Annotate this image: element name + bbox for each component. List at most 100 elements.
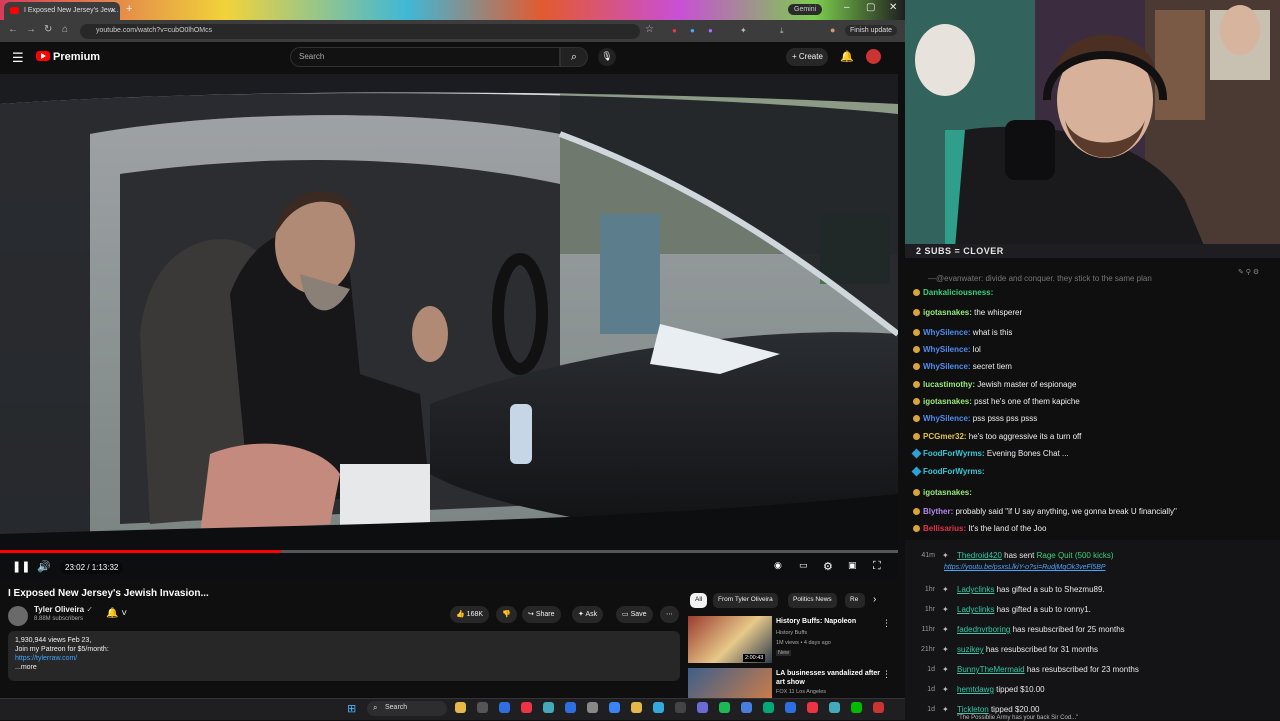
extensions-puzzle-icon[interactable]: ✦ (740, 26, 747, 35)
fullscreen-icon[interactable]: ⛶ (873, 560, 881, 573)
forward-icon[interactable]: → (26, 24, 36, 35)
chip-politics-news[interactable]: Politics News (788, 593, 837, 608)
chat-username[interactable]: Bellisarius: (923, 524, 966, 533)
app-icon[interactable] (807, 702, 818, 713)
profile-icon[interactable]: ● (830, 25, 835, 35)
video-player[interactable] (0, 74, 898, 579)
app-icon[interactable] (763, 702, 774, 713)
rec-title[interactable]: History Buffs: Napoleon (776, 618, 856, 625)
autoplay-toggle-icon[interactable]: ◉ (774, 560, 782, 571)
new-tab-icon[interactable]: + (126, 3, 132, 15)
chat-username[interactable]: igotasnakes: (923, 308, 972, 317)
chat-username[interactable]: WhySilence: (923, 414, 971, 423)
like-button[interactable]: 👍 168K (450, 606, 490, 623)
event-username[interactable]: BunnyTheMermaid (957, 665, 1025, 674)
reload-icon[interactable]: ↻ (44, 24, 52, 35)
folder-icon[interactable] (631, 702, 642, 713)
chat-username[interactable]: Dankaliciousness: (923, 288, 993, 297)
close-tab-icon[interactable]: × (111, 5, 116, 15)
file-explorer-icon[interactable] (455, 702, 466, 713)
app-icon[interactable] (675, 702, 686, 713)
chat-username[interactable]: igotasnakes: (923, 397, 972, 406)
more-actions-icon[interactable]: ⋯ (660, 606, 679, 623)
chat-controls-icon[interactable]: ✎ ⚲ ⚙ (1238, 268, 1259, 276)
notifications-bell-icon[interactable]: 🔔 (840, 50, 854, 63)
app-icon[interactable] (873, 702, 884, 713)
chat-username[interactable]: PCGmer32: (923, 432, 967, 441)
search-icon[interactable]: ⌕ (560, 47, 588, 67)
extension-icon[interactable]: ● (672, 26, 677, 35)
channel-avatar[interactable] (8, 606, 28, 626)
volume-icon[interactable]: 🔊 (37, 560, 51, 573)
app-icon[interactable] (587, 702, 598, 713)
chat-username[interactable]: FoodForWyrms: (923, 467, 985, 476)
account-avatar[interactable] (866, 49, 881, 64)
rec-options-icon[interactable]: ⋮ (882, 618, 891, 629)
rec-thumbnail[interactable] (688, 668, 772, 698)
pause-icon[interactable]: ❚❚ (12, 560, 30, 573)
home-icon[interactable]: ⌂ (62, 24, 68, 35)
subscribed-bell-icon[interactable]: 🔔 ˅ (106, 608, 127, 619)
rec-title[interactable]: LA businesses vandalized after art show (776, 669, 881, 687)
event-username[interactable]: Tickleton (957, 705, 989, 714)
chat-username[interactable]: FoodForWyrms: (923, 449, 985, 458)
search-input[interactable]: Search (290, 47, 560, 67)
chat-username[interactable]: igotasnakes: (923, 488, 972, 497)
browser-tab[interactable]: I Exposed New Jersey's Jew... × (4, 2, 120, 20)
app-icon[interactable] (609, 702, 620, 713)
bookmark-star-icon[interactable]: ☆ (645, 24, 654, 35)
chip-more[interactable]: Re (845, 593, 865, 608)
close-window-icon[interactable]: ✕ (889, 2, 897, 13)
minimize-icon[interactable]: – (844, 2, 850, 13)
save-button[interactable]: ▭ Save (616, 606, 653, 623)
chips-next-icon[interactable]: › (873, 594, 876, 605)
extension-icon[interactable]: ● (708, 26, 713, 35)
event-username[interactable]: Ladyclinks (957, 585, 994, 594)
chat-username[interactable]: lucastimothy: (923, 380, 975, 389)
finish-update-button[interactable]: Finish update (845, 25, 898, 36)
spotify-icon[interactable] (719, 702, 730, 713)
show-more-link[interactable]: ...more (15, 663, 673, 672)
description-box[interactable]: 1,930,944 views Feb 23, Join my Patreon … (8, 631, 680, 681)
captions-icon[interactable]: ▭ (799, 560, 808, 571)
event-link[interactable]: https://youtu.be/psxsLlkiY-o?si=RudjMqOk… (944, 564, 1106, 571)
windows-start-icon[interactable]: ⊞ (347, 702, 356, 715)
miniplayer-icon[interactable]: ▣ (848, 560, 857, 571)
channel-name[interactable]: Tyler Oliveira ✓ (34, 605, 93, 614)
chat-username[interactable]: WhySilence: (923, 362, 971, 371)
app-icon[interactable] (741, 702, 752, 713)
chip-from-channel[interactable]: From Tyler Oliveira (713, 593, 778, 608)
hamburger-menu-icon[interactable]: ☰ (12, 50, 24, 66)
app-icon[interactable] (785, 702, 796, 713)
settings-gear-icon[interactable]: ⚙ (823, 560, 833, 573)
app-icon[interactable] (829, 702, 840, 713)
app-icon[interactable] (477, 702, 488, 713)
app-icon[interactable] (565, 702, 576, 713)
gemini-button[interactable]: Gemini (788, 4, 823, 15)
create-button[interactable]: + Create (786, 48, 828, 66)
app-icon[interactable] (653, 702, 664, 713)
chat-username[interactable]: Blyther: (923, 507, 953, 516)
event-username[interactable]: Ladyclinks (957, 605, 994, 614)
download-icon[interactable]: ⤓ (780, 26, 784, 36)
youtube-logo-icon[interactable] (36, 51, 50, 61)
youtube-brand[interactable]: Premium (53, 51, 100, 63)
patreon-link[interactable]: https://tylerraw.com/ (15, 654, 673, 663)
app-icon[interactable] (543, 702, 554, 713)
maximize-icon[interactable]: ▢ (866, 2, 875, 13)
chat-username[interactable]: WhySilence: (923, 345, 971, 354)
back-icon[interactable]: ← (8, 24, 18, 35)
event-username[interactable]: hemtdawg (957, 685, 994, 694)
taskbar-search[interactable]: Search (367, 701, 447, 716)
chrome-icon[interactable] (521, 702, 532, 713)
event-username[interactable]: fadednvrboring (957, 625, 1010, 634)
app-icon[interactable] (697, 702, 708, 713)
address-bar[interactable]: youtube.com/watch?v=cubO0lhOMcs (80, 24, 640, 39)
share-button[interactable]: ↪ Share (522, 606, 561, 623)
ask-button[interactable]: ✦ Ask (572, 606, 604, 623)
microphone-icon[interactable]: 🎙 (598, 48, 616, 66)
app-icon[interactable] (851, 702, 862, 713)
chip-all[interactable]: All (690, 593, 708, 608)
edge-icon[interactable] (499, 702, 510, 713)
chat-username[interactable]: WhySilence: (923, 328, 971, 337)
